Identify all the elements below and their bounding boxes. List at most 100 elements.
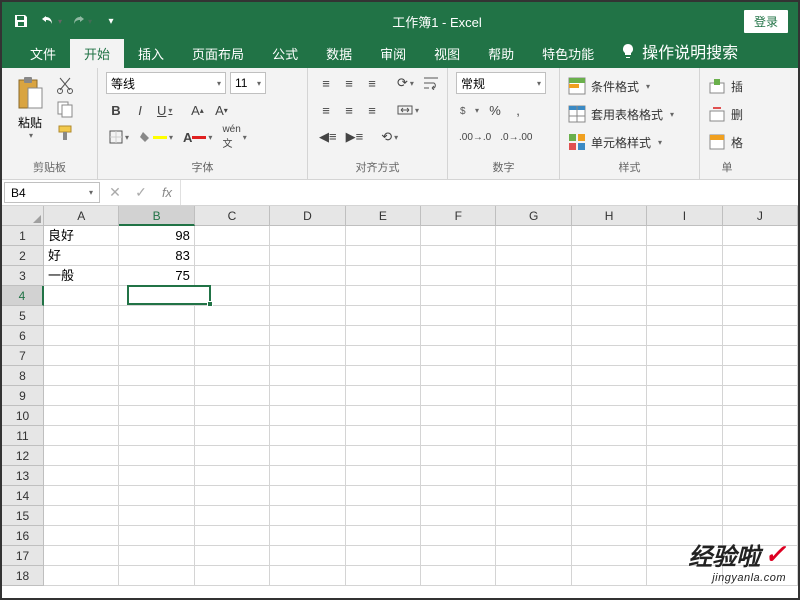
cell[interactable]	[647, 446, 722, 466]
cell[interactable]	[496, 246, 571, 266]
column-header[interactable]: G	[496, 206, 571, 226]
cells-area[interactable]: 良好98好83一般75	[44, 226, 798, 598]
cell[interactable]	[270, 266, 345, 286]
increase-decimal-icon[interactable]: .00→.0	[456, 126, 494, 148]
cell[interactable]	[723, 426, 798, 446]
cell[interactable]	[346, 546, 421, 566]
tell-me-search[interactable]: 操作说明搜索	[608, 34, 750, 68]
cell[interactable]	[195, 386, 270, 406]
cell[interactable]	[496, 486, 571, 506]
cell[interactable]	[572, 346, 647, 366]
cell[interactable]	[195, 546, 270, 566]
cell[interactable]	[496, 566, 571, 586]
cell[interactable]	[195, 446, 270, 466]
cell[interactable]	[195, 286, 270, 306]
cell[interactable]	[572, 266, 647, 286]
cell[interactable]	[572, 366, 647, 386]
cell[interactable]	[346, 446, 421, 466]
cell[interactable]	[647, 366, 722, 386]
redo-icon[interactable]: ▾	[68, 8, 94, 34]
cell[interactable]	[195, 266, 270, 286]
column-header[interactable]: A	[44, 206, 119, 226]
cell[interactable]	[723, 486, 798, 506]
cell[interactable]	[421, 426, 496, 446]
cell[interactable]	[723, 566, 798, 586]
tab-data[interactable]: 数据	[312, 39, 366, 68]
cell[interactable]	[195, 406, 270, 426]
percent-format-icon[interactable]: %	[485, 99, 505, 121]
tab-insert[interactable]: 插入	[124, 39, 178, 68]
cell[interactable]	[572, 326, 647, 346]
cell[interactable]	[270, 226, 345, 246]
cell[interactable]	[270, 346, 345, 366]
cell[interactable]	[647, 506, 722, 526]
column-header[interactable]: E	[346, 206, 421, 226]
cell[interactable]	[572, 486, 647, 506]
cell[interactable]	[572, 386, 647, 406]
cell[interactable]	[270, 426, 345, 446]
cell[interactable]	[195, 426, 270, 446]
cell[interactable]	[421, 546, 496, 566]
cell[interactable]	[496, 406, 571, 426]
cell[interactable]	[119, 306, 194, 326]
align-bottom-icon[interactable]: ≡	[362, 72, 382, 94]
cell[interactable]	[44, 446, 119, 466]
row-header[interactable]: 2	[2, 246, 44, 266]
cell[interactable]	[496, 506, 571, 526]
cell[interactable]	[195, 506, 270, 526]
cell[interactable]	[44, 366, 119, 386]
comma-format-icon[interactable]: ,	[508, 99, 528, 121]
row-header[interactable]: 3	[2, 266, 44, 286]
cell[interactable]	[496, 326, 571, 346]
column-header[interactable]: B	[119, 206, 194, 226]
cell[interactable]	[496, 266, 571, 286]
cell[interactable]	[119, 426, 194, 446]
cell[interactable]	[723, 526, 798, 546]
cell[interactable]	[421, 246, 496, 266]
cell[interactable]	[421, 366, 496, 386]
column-header[interactable]: I	[647, 206, 722, 226]
decrease-indent-icon[interactable]: ◀≡	[316, 126, 340, 148]
row-header[interactable]: 12	[2, 446, 44, 466]
cell[interactable]	[647, 346, 722, 366]
cell[interactable]	[496, 466, 571, 486]
cell[interactable]	[723, 326, 798, 346]
cell[interactable]	[119, 546, 194, 566]
cell[interactable]	[44, 426, 119, 446]
cell[interactable]	[421, 326, 496, 346]
cell[interactable]	[421, 406, 496, 426]
cell[interactable]	[496, 286, 571, 306]
row-header[interactable]: 16	[2, 526, 44, 546]
row-header[interactable]: 15	[2, 506, 44, 526]
cell[interactable]	[572, 566, 647, 586]
cell[interactable]	[346, 286, 421, 306]
cell[interactable]	[195, 526, 270, 546]
cell[interactable]	[119, 506, 194, 526]
cell[interactable]	[270, 566, 345, 586]
cell[interactable]	[195, 226, 270, 246]
row-header[interactable]: 7	[2, 346, 44, 366]
tab-file[interactable]: 文件	[16, 39, 70, 68]
copy-icon[interactable]	[56, 100, 74, 118]
cell[interactable]	[270, 486, 345, 506]
cell[interactable]	[44, 526, 119, 546]
cell[interactable]	[572, 406, 647, 426]
cell[interactable]	[119, 366, 194, 386]
cell[interactable]	[421, 446, 496, 466]
cell[interactable]: 83	[119, 246, 194, 266]
row-header[interactable]: 4	[2, 286, 44, 306]
cell[interactable]	[647, 486, 722, 506]
phonetic-button[interactable]: wén文▾	[219, 126, 249, 148]
increase-indent-icon[interactable]: ▶≡	[343, 126, 367, 148]
cell[interactable]	[647, 226, 722, 246]
save-icon[interactable]	[8, 8, 34, 34]
cell[interactable]	[119, 446, 194, 466]
cell[interactable]: 良好	[44, 226, 119, 246]
align-left-icon[interactable]: ≡	[316, 99, 336, 121]
cell[interactable]: 98	[119, 226, 194, 246]
cell[interactable]	[496, 426, 571, 446]
cell[interactable]	[647, 326, 722, 346]
cell[interactable]	[346, 526, 421, 546]
column-header[interactable]: F	[421, 206, 496, 226]
cell[interactable]	[346, 306, 421, 326]
